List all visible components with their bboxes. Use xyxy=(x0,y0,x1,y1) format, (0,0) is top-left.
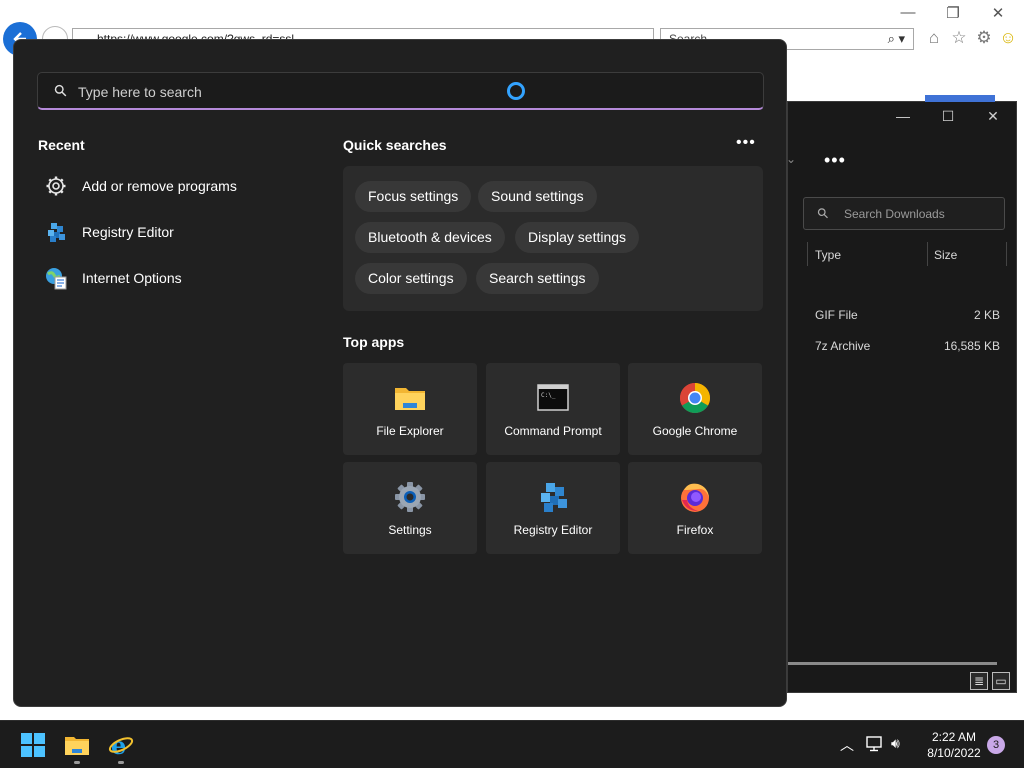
chip-sound-settings[interactable]: Sound settings xyxy=(478,181,597,212)
network-icon[interactable] xyxy=(866,736,884,752)
search-icon: ⚲ xyxy=(51,81,72,102)
clock-time: 2:22 AM xyxy=(931,730,977,744)
app-tile-google-chrome[interactable]: Google Chrome xyxy=(628,363,762,455)
column-divider[interactable] xyxy=(927,242,928,266)
column-divider[interactable] xyxy=(1006,242,1007,266)
quick-searches-box: Focus settings Sound settings Bluetooth … xyxy=(343,166,763,311)
chip-search-settings[interactable]: Search settings xyxy=(476,263,599,294)
svg-text:C:\_: C:\_ xyxy=(541,392,556,399)
show-hidden-icons-chevron-icon[interactable]: ︿ xyxy=(840,735,854,755)
top-apps-title: Top apps xyxy=(343,334,405,350)
chip-color-settings[interactable]: Color settings xyxy=(355,263,467,294)
command-prompt-icon: C:\_ xyxy=(537,384,569,411)
favorites-star-icon[interactable]: ☆ xyxy=(948,28,970,48)
window-accent-strip xyxy=(925,95,995,102)
internet-explorer-icon[interactable]: e xyxy=(108,732,134,758)
app-tile-label: Google Chrome xyxy=(652,424,738,438)
chip-display-settings[interactable]: Display settings xyxy=(515,222,640,253)
chevron-down-icon[interactable]: ⌄ xyxy=(786,152,796,166)
internet-options-icon xyxy=(44,266,68,290)
folder-icon xyxy=(395,388,425,410)
more-options-icon[interactable]: ••• xyxy=(736,134,756,152)
firefox-icon xyxy=(681,483,709,512)
app-tile-settings[interactable]: Settings xyxy=(343,462,477,554)
volume-icon[interactable]: 🔊︎ xyxy=(891,735,900,752)
restore-icon[interactable]: ❐ xyxy=(943,4,963,22)
horizontal-scrollbar[interactable] xyxy=(788,662,997,665)
app-tile-file-explorer[interactable]: File Explorer xyxy=(343,363,477,455)
column-divider[interactable] xyxy=(807,242,808,266)
chip-focus-settings[interactable]: Focus settings xyxy=(355,181,472,212)
app-tile-label: File Explorer xyxy=(376,424,444,438)
search-icon: ⚲ xyxy=(813,203,833,223)
file-type-cell[interactable]: GIF File xyxy=(815,308,858,322)
recent-item-registry-editor[interactable]: Registry Editor xyxy=(44,217,174,247)
maximize-icon[interactable]: ☐ xyxy=(937,108,959,125)
settings-gear-icon xyxy=(395,482,425,512)
close-icon[interactable]: ✕ xyxy=(982,108,1004,125)
file-size-cell[interactable]: 2 KB xyxy=(938,308,1000,322)
minimize-icon[interactable]: — xyxy=(892,108,914,124)
more-options-icon[interactable]: ••• xyxy=(824,150,846,171)
registry-editor-icon xyxy=(44,220,68,244)
taskbar: e ︿ 🔊︎ 2:22 AM 8/10/2022 3 xyxy=(0,720,1024,768)
gear-icon xyxy=(44,174,68,198)
large-icons-view-icon[interactable]: ▭ xyxy=(992,672,1010,690)
file-explorer-icon[interactable] xyxy=(64,732,90,758)
column-header-size[interactable]: Size xyxy=(934,248,957,262)
recent-item-label: Internet Options xyxy=(82,270,182,286)
search-icon[interactable]: ⌕ ▾ xyxy=(888,31,905,47)
app-tile-command-prompt[interactable]: C:\_ Command Prompt xyxy=(486,363,620,455)
tools-gear-icon[interactable]: ⚙ xyxy=(973,28,995,48)
search-downloads-placeholder: Search Downloads xyxy=(844,207,945,221)
recent-item-label: Add or remove programs xyxy=(82,178,237,194)
details-view-icon[interactable]: ≣ xyxy=(970,672,988,690)
file-explorer-window: — ☐ ✕ ⌄ ••• ⚲ Search Downloads Type Size… xyxy=(786,95,1017,693)
file-type-cell[interactable]: 7z Archive xyxy=(815,339,870,353)
home-icon[interactable]: ⌂ xyxy=(923,28,945,48)
clock-date: 8/10/2022 xyxy=(927,746,981,760)
app-tile-label: Command Prompt xyxy=(504,424,602,438)
column-header-type[interactable]: Type xyxy=(815,248,841,262)
app-tile-registry-editor[interactable]: Registry Editor xyxy=(486,462,620,554)
app-tile-label: Settings xyxy=(388,523,432,537)
running-indicator xyxy=(118,761,124,764)
recent-item-add-remove-programs[interactable]: Add or remove programs xyxy=(44,171,237,201)
minimize-icon[interactable]: — xyxy=(898,4,918,21)
search-input[interactable] xyxy=(78,81,478,103)
search-panel: ⚲ Recent Add or remove programs xyxy=(13,39,787,707)
close-icon[interactable]: ✕ xyxy=(988,4,1008,22)
app-tile-label: Registry Editor xyxy=(513,523,593,537)
chrome-icon xyxy=(679,383,711,414)
clock[interactable]: 2:22 AM 8/10/2022 xyxy=(918,729,990,761)
running-indicator xyxy=(74,761,80,764)
chip-bluetooth-devices[interactable]: Bluetooth & devices xyxy=(355,222,505,253)
quick-searches-title: Quick searches xyxy=(343,137,447,153)
recent-title: Recent xyxy=(38,137,85,153)
file-size-cell[interactable]: 16,585 KB xyxy=(918,339,1000,353)
app-tile-label: Firefox xyxy=(676,523,714,537)
registry-editor-icon xyxy=(541,483,567,512)
recent-item-label: Registry Editor xyxy=(82,224,174,240)
app-tile-firefox[interactable]: Firefox xyxy=(628,462,762,554)
notification-badge[interactable]: 3 xyxy=(987,736,1005,754)
search-downloads-input[interactable]: ⚲ Search Downloads xyxy=(803,197,1005,230)
smiley-feedback-icon[interactable]: ☺ xyxy=(997,28,1019,48)
cortana-icon[interactable] xyxy=(507,82,525,100)
start-icon[interactable] xyxy=(20,732,46,758)
recent-item-internet-options[interactable]: Internet Options xyxy=(44,263,182,293)
search-box[interactable]: ⚲ xyxy=(37,72,764,110)
